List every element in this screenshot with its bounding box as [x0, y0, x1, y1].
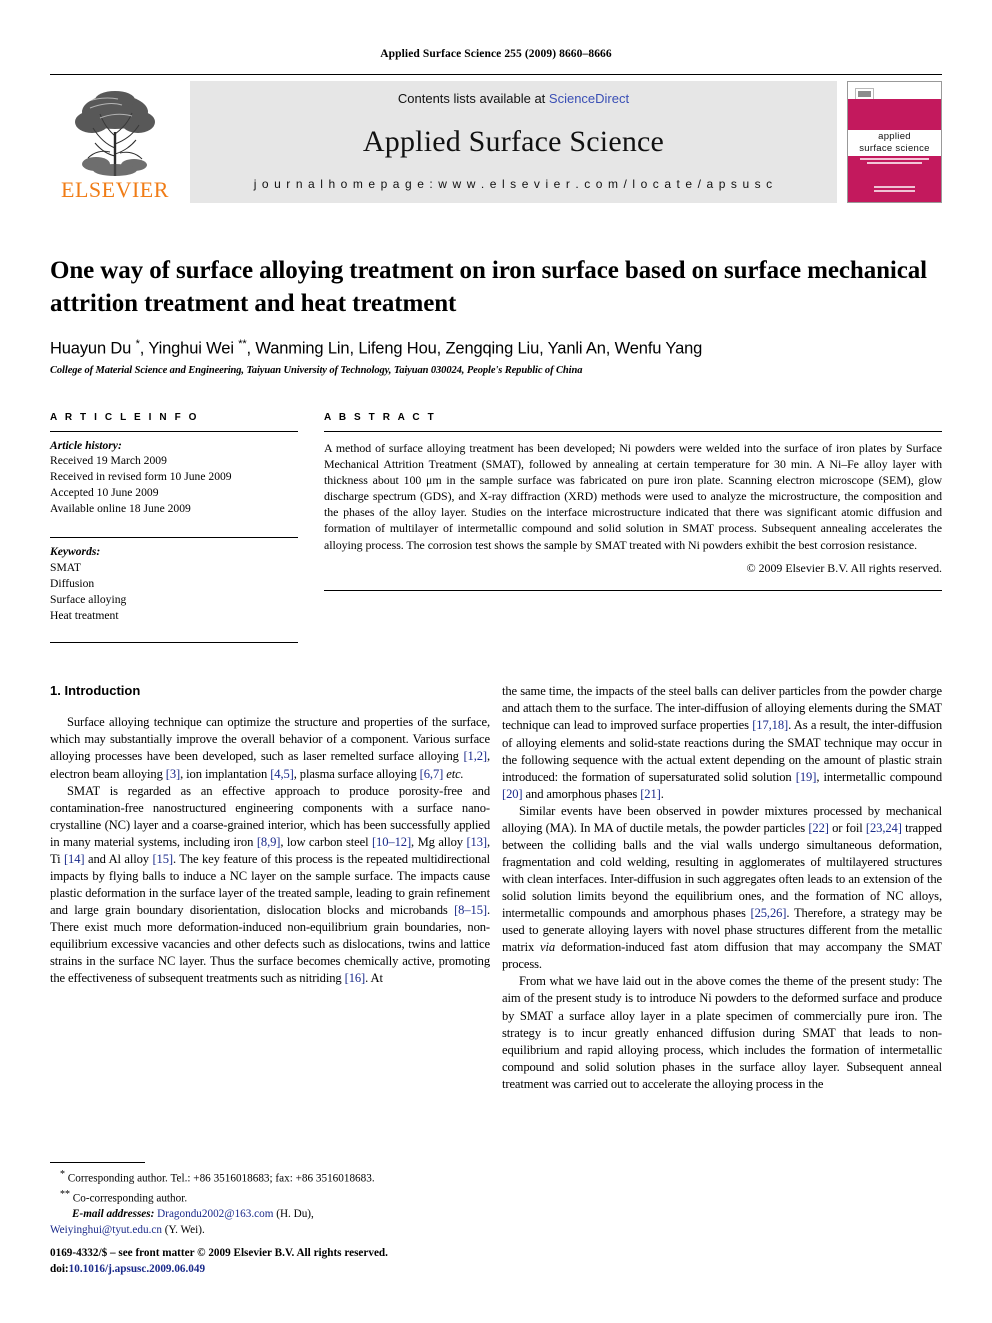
author-list: Huayun Du *, Yinghui Wei **, Wanming Lin… [50, 338, 703, 358]
abstract-heading: A B S T R A C T [324, 411, 437, 423]
footnote-marker-1: * [60, 1169, 65, 1181]
journal-banner: ELSEVIER Contents lists available at Sci… [50, 81, 942, 203]
column-gap [298, 412, 324, 644]
elsevier-logo: ELSEVIER [50, 81, 180, 203]
keywords-label: Keywords: [50, 545, 101, 559]
keyword-item: Diffusion [50, 577, 95, 591]
paragraph: From what we have laid out in the above … [502, 974, 942, 1091]
contents-available-line: Contents lists available at ScienceDirec… [398, 91, 629, 106]
citation-ref[interactable]: [25,26] [751, 906, 787, 920]
article-history-label: Article history: [50, 438, 122, 452]
elsevier-wordmark: ELSEVIER [61, 177, 169, 202]
author-footnote-marker-1: * [135, 338, 140, 350]
citation-ref[interactable]: [19] [796, 770, 817, 784]
footnote-cocorresponding-text: Co-corresponding author. [72, 1192, 188, 1205]
abstract-rule-bottom [324, 589, 942, 591]
journal-title: Applied Surface Science [362, 124, 665, 158]
doi-link[interactable]: 10.1016/j.apsusc.2009.06.049 [69, 1263, 205, 1275]
keywords-block: Keywords: SMAT Diffusion Surface alloyin… [50, 538, 298, 624]
citation-ref[interactable]: [16] [345, 971, 366, 985]
body-column-gap [490, 683, 502, 1238]
cover-title: applied surface science [848, 131, 941, 154]
email-link-2[interactable]: Weiyinghui@tyut.edu.cn [50, 1224, 162, 1236]
contents-prefix: Contents lists available at [397, 91, 549, 106]
footnotes-block: * Corresponding author. Tel.: +86 351601… [50, 1162, 490, 1238]
citation-ref[interactable]: [6,7] [420, 767, 444, 781]
email-link-1[interactable]: Dragondu2002@163.com [157, 1208, 273, 1220]
abstract-column: A B S T R A C T A method of surface allo… [324, 412, 942, 644]
section-heading-introduction: 1. Introduction [50, 683, 141, 699]
cover-title-line2: surface science [859, 142, 930, 154]
body-right-column: the same time, the impacts of the steel … [502, 683, 942, 1238]
citation-ref[interactable]: [8–15] [454, 903, 487, 917]
affiliation: College of Material Science and Engineer… [50, 364, 583, 376]
footnote-email-line-2: Weiyinghui@tyut.edu.cn (Y. Wei). [50, 1223, 490, 1239]
article-info-heading: A R T I C L E I N F O [50, 411, 200, 423]
article-history-item: Accepted 10 June 2009 [50, 486, 159, 500]
keyword-item: Surface alloying [50, 593, 127, 607]
article-history-block: Article history: Received 19 March 2009 … [50, 432, 298, 518]
article-page: Applied Surface Science 255 (2009) 8660–… [0, 0, 992, 1323]
email-owner-2: (Y. Wei). [164, 1223, 205, 1236]
sciencedirect-link[interactable]: ScienceDirect [549, 91, 629, 106]
citation-ref[interactable]: [22] [808, 821, 829, 835]
cover-subtitle-lines [860, 157, 929, 167]
page-footer: 0169-4332/$ – see front matter © 2009 El… [50, 1245, 490, 1277]
footnote-email-line-1: E-mail addresses: Dragondu2002@163.com (… [50, 1207, 490, 1223]
citation-ref[interactable]: [15] [152, 852, 173, 866]
article-history-item: Received 19 March 2009 [50, 454, 167, 468]
elsevier-tree-icon [75, 91, 155, 176]
footnote-corresponding-author: * Corresponding author. Tel.: +86 351601… [50, 1168, 490, 1187]
doi-line: doi:10.1016/j.apsusc.2009.06.049 [50, 1261, 490, 1277]
paragraph: SMAT is regarded as an effective approac… [50, 783, 490, 986]
citation-ref[interactable]: [1,2] [463, 749, 487, 763]
footnote-cocorresponding-author: ** Co-corresponding author. [50, 1188, 490, 1207]
footnote-rule [50, 1162, 145, 1164]
banner-center: Contents lists available at ScienceDirec… [190, 81, 837, 203]
banner-top-rule [50, 74, 942, 75]
article-info-column: A R T I C L E I N F O Article history: R… [50, 412, 298, 644]
citation-ref[interactable]: [4,5] [270, 767, 294, 781]
citation-ref[interactable]: [10–12] [372, 835, 411, 849]
cover-title-line1: applied [878, 131, 911, 143]
keyword-item: SMAT [50, 561, 81, 575]
article-info-rule-bottom [50, 642, 298, 644]
citation-ref[interactable]: [13] [466, 835, 487, 849]
body-two-column: 1. Introduction Surface alloying techniq… [50, 683, 942, 1238]
footnote-marker-2: ** [60, 1188, 70, 1200]
citation-ref[interactable]: [3] [166, 767, 180, 781]
paragraph: Surface alloying technique can optimize … [50, 715, 490, 781]
citation-ref[interactable]: [20] [502, 787, 523, 801]
running-head: Applied Surface Science 255 (2009) 8660–… [380, 48, 612, 60]
journal-cover-thumbnail: applied surface science [847, 81, 942, 203]
paragraph: Similar events have been observed in pow… [502, 803, 942, 972]
paragraph: the same time, the impacts of the steel … [502, 684, 943, 801]
article-history-item: Received in revised form 10 June 2009 [50, 470, 232, 484]
doi-label: doi: [50, 1262, 69, 1275]
journal-homepage-link[interactable]: j o u r n a l h o m e p a g e : w w w . … [254, 177, 774, 191]
page-title: One way of surface alloying treatment on… [50, 257, 927, 317]
issn-copyright-line: 0169-4332/$ – see front matter © 2009 El… [50, 1246, 388, 1259]
abstract-copyright: © 2009 Elsevier B.V. All rights reserved… [746, 560, 942, 575]
citation-ref[interactable]: [14] [64, 852, 85, 866]
body-left-column: 1. Introduction Surface alloying techniq… [50, 683, 490, 1238]
citation-ref[interactable]: [23,24] [866, 821, 902, 835]
article-history-item: Available online 18 June 2009 [50, 502, 191, 516]
email-owner-1: (H. Du), [276, 1208, 314, 1220]
citation-ref[interactable]: [8,9] [257, 835, 281, 849]
citation-ref[interactable]: [17,18] [752, 718, 788, 732]
info-abstract-region: A R T I C L E I N F O Article history: R… [50, 412, 942, 644]
abstract-text: A method of surface alloying treatment h… [324, 440, 942, 552]
cover-footer-lines [874, 186, 915, 193]
email-addresses-label: E-mail addresses: [72, 1208, 155, 1220]
citation-ref[interactable]: [21] [640, 787, 661, 801]
keyword-item: Heat treatment [50, 609, 119, 623]
author-footnote-marker-2: ** [238, 338, 247, 350]
footnote-corresponding-text: Corresponding author. Tel.: +86 35160186… [67, 1172, 375, 1185]
